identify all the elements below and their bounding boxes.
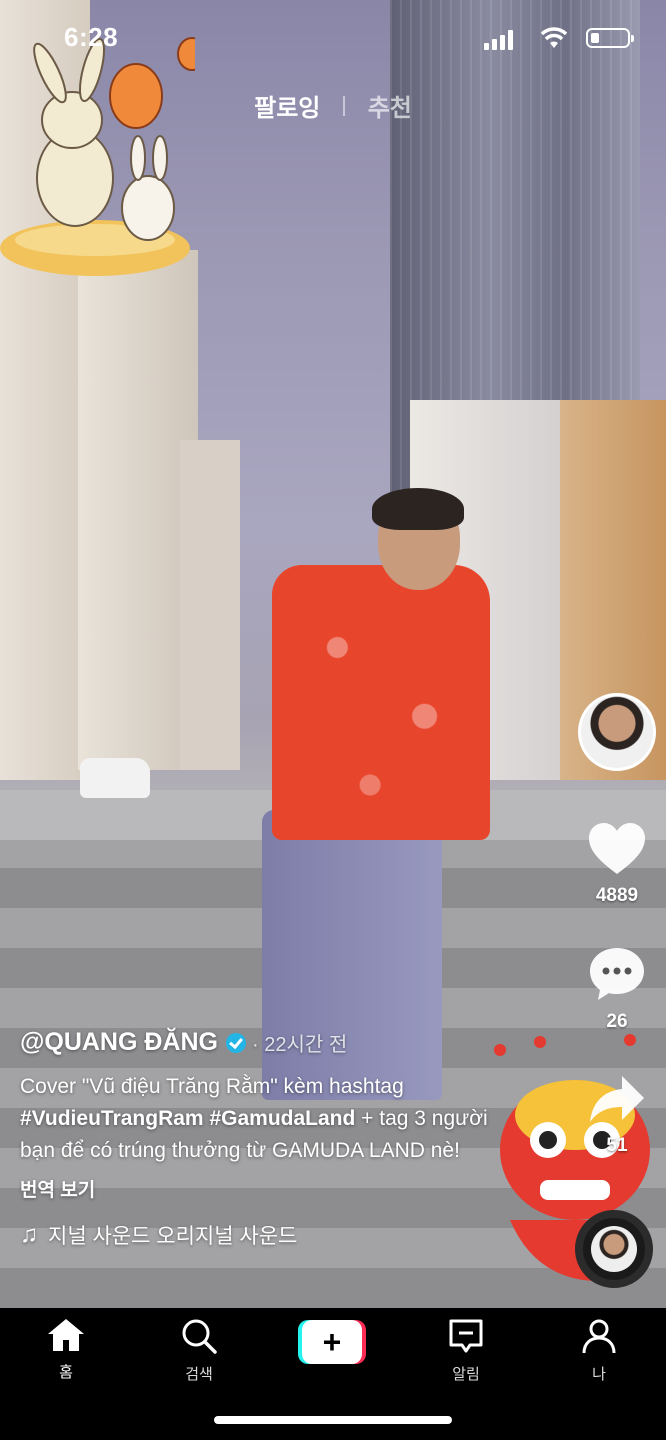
post-time: · 22시간 전 [252, 1034, 348, 1056]
share-count: 51 [606, 1135, 628, 1156]
comment-button[interactable]: 26 [586, 946, 648, 1033]
verified-badge-icon [226, 1032, 246, 1053]
nav-search[interactable]: 검색 [164, 1318, 234, 1384]
nav-profile[interactable]: 나 [564, 1318, 634, 1384]
sound-ticker[interactable]: ♫ 지널 사운드 오리지널 사운드 [20, 1220, 500, 1250]
inbox-icon [449, 1319, 483, 1353]
nav-profile-label: 나 [592, 1366, 606, 1383]
dancer-shirt [272, 565, 490, 840]
like-button[interactable]: 4889 [586, 822, 648, 907]
nav-search-label: 검색 [185, 1366, 213, 1383]
like-count: 4889 [595, 885, 639, 906]
nav-home[interactable]: 홈 [31, 1318, 101, 1382]
share-arrow-icon [590, 1076, 644, 1122]
description-text: Cover "Vũ điệu Trăng Rằm" kèm hashtag [20, 1075, 404, 1098]
battery-icon [586, 28, 634, 48]
status-bar: 6:28 [0, 20, 666, 56]
parked-car [80, 758, 150, 798]
hashtag-link[interactable]: #GamudaLand [209, 1107, 355, 1130]
translate-link[interactable]: 번역 보기 [20, 1175, 500, 1202]
hashtag-link[interactable]: #VudieuTrangRam [20, 1107, 204, 1130]
comment-icon [590, 948, 644, 1000]
creator-username[interactable]: @QUANG ĐĂNG [20, 1028, 218, 1057]
cellular-signal-icon [484, 30, 513, 50]
sound-name: 지널 사운드 오리지널 사운드 [48, 1225, 298, 1248]
post-caption: @QUANG ĐĂNG · 22시간 전 Cover "Vũ điệu Trăn… [20, 1028, 500, 1250]
music-note-icon: ♫ [20, 1221, 38, 1248]
search-icon [182, 1319, 217, 1354]
tab-divider [343, 95, 346, 116]
home-icon [48, 1319, 84, 1351]
dancer-hair [372, 488, 464, 530]
heart-icon [589, 823, 645, 874]
nav-home-label: 홈 [59, 1364, 73, 1381]
tab-following[interactable]: 팔로잉 [254, 88, 320, 123]
wifi-icon [540, 27, 568, 48]
plus-icon: + [302, 1320, 362, 1364]
profile-icon [582, 1319, 616, 1354]
comment-count: 26 [606, 1011, 628, 1032]
share-button[interactable]: 51 [586, 1074, 648, 1157]
create-button[interactable]: + [298, 1320, 366, 1364]
rabbit-lantern-sticker [0, 37, 195, 276]
status-time: 6:28 [64, 22, 119, 52]
nav-inbox-label: 알림 [452, 1366, 480, 1383]
music-disc[interactable] [575, 1210, 653, 1288]
background-building [180, 440, 240, 770]
creator-avatar[interactable] [578, 693, 656, 771]
tab-for-you[interactable]: 추천 [368, 88, 412, 123]
post-description: Cover "Vũ điệu Trăng Rằm" kèm hashtag #V… [20, 1071, 490, 1167]
home-indicator[interactable] [214, 1416, 452, 1424]
feed-tabs: 팔로잉 추천 [0, 88, 666, 123]
nav-inbox[interactable]: 알림 [431, 1318, 501, 1384]
